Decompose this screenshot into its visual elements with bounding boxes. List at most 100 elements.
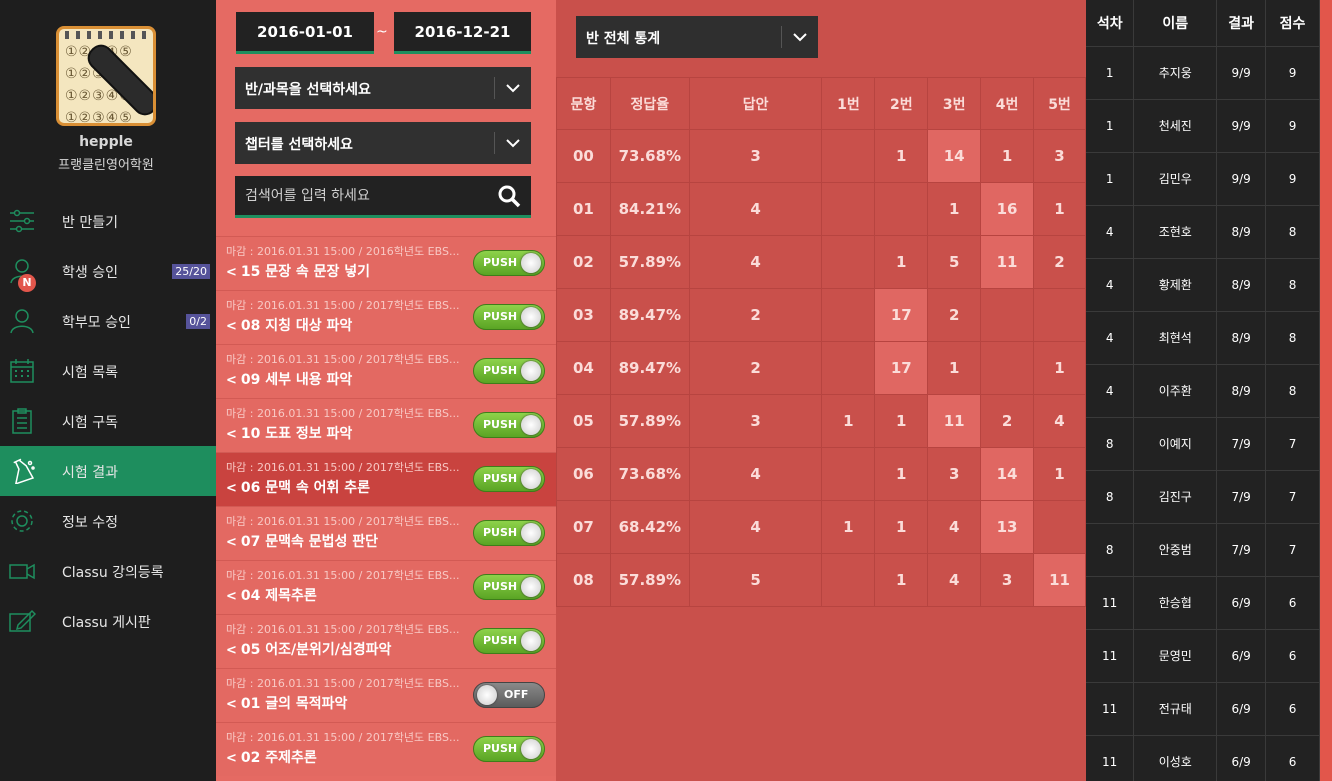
share-icon[interactable]: < [226,535,237,550]
score: 7 [1265,469,1320,523]
score: 6 [1265,681,1320,735]
nav-item-create-class[interactable]: 반 만들기 [0,196,216,246]
stats-row: 01 84.21% 4 1 16 1 [556,182,1086,236]
exam-list-item[interactable]: 마감 : 2016.01.31 15:00 / 2017학년도 EBS... <0… [216,290,556,344]
answer: 3 [688,129,823,183]
nav-item-exam-subscribe[interactable]: 시험 구독 [0,396,216,446]
ranking-row[interactable]: 4 이주환 8/9 8 [1086,363,1320,417]
stats-scope-select[interactable]: 반 전체 통계 [576,16,818,58]
ranking-row[interactable]: 4 조현호 8/9 8 [1086,204,1320,258]
stats-header: 3번 [927,77,982,130]
result: 6/9 [1216,575,1267,629]
exam-list-item[interactable]: 마감 : 2016.01.31 15:00 / 2017학년도 EBS... <0… [216,344,556,398]
answer: 5 [688,553,823,607]
stats-row: 03 89.47% 2 17 2 [556,288,1086,342]
stats-panel: 반 전체 통계 문항 정답율 답안 1번 2번 3번 4번 5번 00 73.68% 3 1 14 1 3… [556,0,1086,781]
exam-list-item[interactable]: 마감 : 2016.01.31 15:00 / 2017학년도 EBS... <0… [216,506,556,560]
share-icon[interactable]: < [226,319,237,334]
correct-rate: 89.47% [609,341,690,395]
nav-label: Classu 게시판 [62,615,151,631]
student-name: 이주환 [1133,363,1218,417]
date-from-field[interactable]: 2016-01-01 [236,12,374,54]
exam-panel: 2016-01-01 ~ 2016-12-21 반/과목을 선택하세요 챕터를 … [216,0,556,781]
ranking-row[interactable]: 1 김민우 9/9 9 [1086,151,1320,205]
exam-title: <07 문맥속 문법성 판단 [226,531,378,551]
ranking-row[interactable]: 11 이성호 6/9 6 [1086,734,1320,781]
share-icon[interactable]: < [226,751,237,766]
push-toggle[interactable]: PUSH [473,628,545,654]
exam-list-item[interactable]: 마감 : 2016.01.31 15:00 / 2017학년도 EBS... <0… [216,722,556,776]
push-toggle[interactable]: PUSH [473,358,545,384]
ranking-panel: 석차 이름 결과 점수 1 추지웅 9/9 9 1 천세진 9/9 9 1 김민우 9/9 9 4 조현호 8/9… [1086,0,1332,781]
scrollbar[interactable] [1320,0,1332,781]
answer: 4 [688,182,823,236]
toggle-label: PUSH [483,580,518,593]
stats-header: 문항 [556,77,611,130]
ranking-row[interactable]: 1 추지웅 9/9 9 [1086,45,1320,99]
exam-deadline: 마감 : 2016.01.31 15:00 / 2017학년도 EBS... [226,677,460,690]
exam-list-item[interactable]: 마감 : 2016.01.31 15:00 / 2017학년도 EBS... <0… [216,560,556,614]
nav-item-student-approval[interactable]: N 학생 승인 25/20 [0,246,216,296]
ranking-row[interactable]: 1 천세진 9/9 9 [1086,98,1320,152]
share-icon[interactable]: < [226,265,237,280]
date-to-field[interactable]: 2016-12-21 [394,12,531,54]
share-icon[interactable]: < [226,373,237,388]
exam-list-item[interactable]: 마감 : 2016.01.31 15:00 / 2017학년도 EBS... <0… [216,452,556,506]
ranking-row[interactable]: 11 한승협 6/9 6 [1086,575,1320,629]
class-subject-select[interactable]: 반/과목을 선택하세요 [235,67,531,109]
ranking-row[interactable]: 8 안중범 7/9 7 [1086,522,1320,576]
push-toggle[interactable]: PUSH [473,466,545,492]
student-name: 이예지 [1133,416,1218,470]
nav-item-exam-results[interactable]: 시험 결과 [0,446,216,496]
ranking-row[interactable]: 4 최현석 8/9 8 [1086,310,1320,364]
chapter-select[interactable]: 챕터를 선택하세요 [235,122,531,164]
push-toggle[interactable]: OFF [473,682,545,708]
exam-list-item[interactable]: 마감 : 2016.01.31 15:00 / 2017학년도 EBS... <1… [216,398,556,452]
exam-list-item[interactable]: 마감 : 2016.01.31 15:00 / 2017학년도 EBS... <0… [216,668,556,722]
push-toggle[interactable]: PUSH [473,304,545,330]
stats-header: 4번 [980,77,1034,130]
chevron-down-icon [793,33,807,42]
ranking-row[interactable]: 8 김진구 7/9 7 [1086,469,1320,523]
nav-item-exam-list[interactable]: 시험 목록 [0,346,216,396]
share-icon[interactable]: < [226,481,237,496]
push-toggle[interactable]: PUSH [473,736,545,762]
ranking-row[interactable]: 11 전규태 6/9 6 [1086,681,1320,735]
exam-title: <06 문맥 속 어휘 추론 [226,477,370,497]
exam-title-text: 07 문맥속 문법성 판단 [240,534,379,550]
stats-row: 04 89.47% 2 17 1 1 [556,341,1086,395]
push-toggle[interactable]: PUSH [473,250,545,276]
toggle-label: PUSH [483,418,518,431]
choice-count [821,129,876,183]
result: 8/9 [1216,204,1267,258]
ranking-row[interactable]: 8 이예지 7/9 7 [1086,416,1320,470]
choice-count [821,447,876,501]
choice-count: 1 [927,182,982,236]
ranking-row[interactable]: 4 황제환 8/9 8 [1086,257,1320,311]
share-icon[interactable]: < [226,427,237,442]
rank: 8 [1086,522,1135,576]
question-stats-table: 문항 정답율 답안 1번 2번 3번 4번 5번 00 73.68% 3 1 14 1 3 01 84.21%… [556,77,1086,607]
nav-label: Classu 강의등록 [62,565,164,581]
score: 8 [1265,363,1320,417]
nav-item-edit-info[interactable]: 정보 수정 [0,496,216,546]
search-input[interactable] [235,176,485,215]
nav-label: 학부모 승인 [62,315,131,331]
share-icon[interactable]: < [226,697,237,712]
ranking-row[interactable]: 11 문영민 6/9 6 [1086,628,1320,682]
push-toggle[interactable]: PUSH [473,520,545,546]
share-icon[interactable]: < [226,643,237,658]
exam-list-item[interactable]: 마감 : 2016.01.31 15:00 / 2017학년도 EBS... <0… [216,614,556,668]
score: 8 [1265,310,1320,364]
choice-count: 4 [927,553,982,607]
push-toggle[interactable]: PUSH [473,412,545,438]
push-toggle[interactable]: PUSH [473,574,545,600]
choice-count [821,288,876,342]
choice-count: 1 [821,394,876,448]
exam-list-item[interactable]: 마감 : 2016.01.31 15:00 / 2016학년도 EBS... <1… [216,236,556,290]
search-icon[interactable] [497,184,521,208]
nav-item-classu-board[interactable]: Classu 게시판 [0,596,216,646]
nav-item-classu-lecture[interactable]: Classu 강의등록 [0,546,216,596]
share-icon[interactable]: < [226,589,237,604]
nav-item-parent-approval[interactable]: 학부모 승인 0/2 [0,296,216,346]
